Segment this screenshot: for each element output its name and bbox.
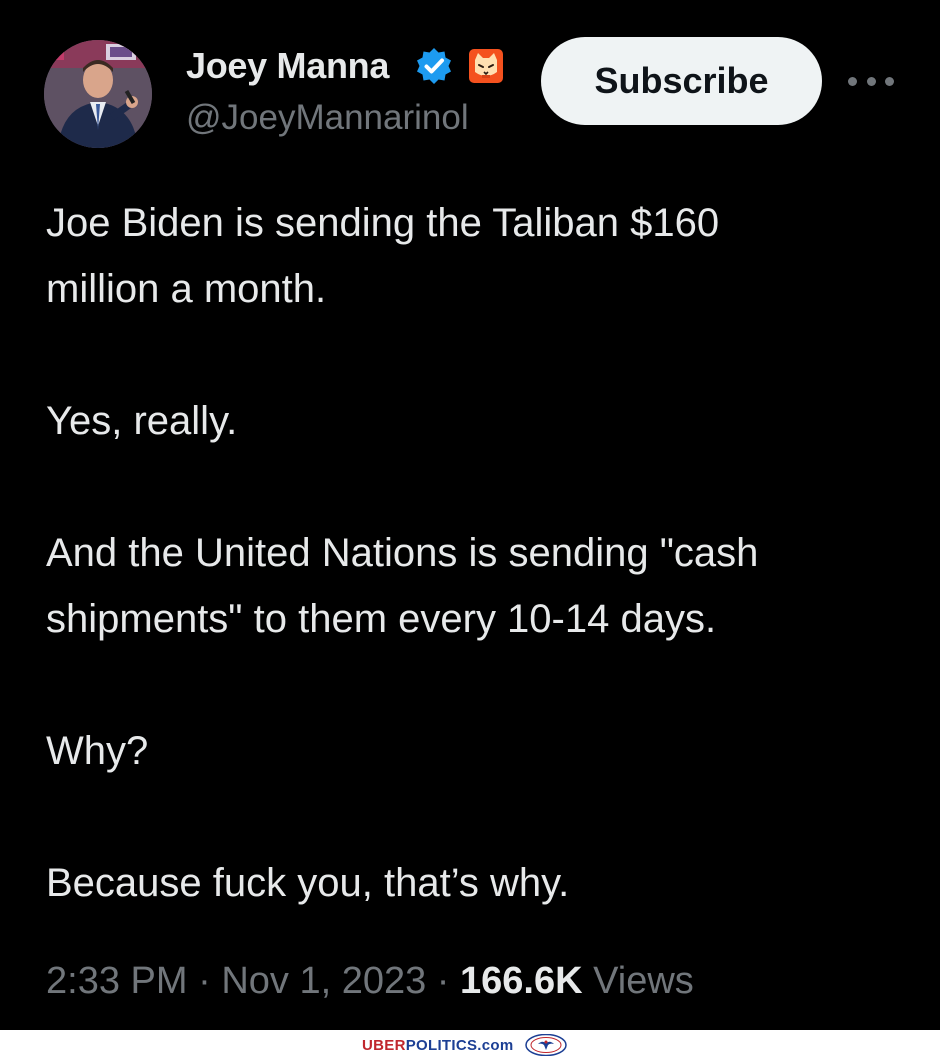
more-dot xyxy=(848,76,857,86)
tweet-line: Joe Biden is sending the Taliban $160 xyxy=(46,201,720,245)
tweet-line: million a month. xyxy=(46,267,327,311)
meta-separator: · xyxy=(198,960,211,1002)
watermark-text-politics: POLITICS.com xyxy=(405,1036,514,1054)
more-dot xyxy=(885,76,894,86)
author-name-row: Joey Manna xyxy=(186,44,504,88)
tweet-time[interactable]: 2:33 PM xyxy=(46,960,188,1002)
tweet-line: Yes, really. xyxy=(46,399,238,443)
more-dot xyxy=(866,76,876,86)
tweet-line: Why? xyxy=(46,729,149,773)
author-handle[interactable]: @JoeyMannarinol xyxy=(186,98,520,138)
watermark: UBER POLITICS.com xyxy=(362,1034,568,1056)
tweet-meta: 2:33 PM · Nov 1, 2023 · 166.6K Views xyxy=(46,960,694,1003)
tweet-line: Because fuck you, that’s why. xyxy=(46,861,570,905)
eagle-seal-icon xyxy=(525,1034,568,1056)
tweet-card: Joey Manna @JoeyMannarinol Subscribe Joe… xyxy=(0,0,940,1030)
tweet-line: shipments" to them every 10-14 days. xyxy=(46,597,717,641)
author-display-name[interactable]: Joey Manna xyxy=(186,45,408,87)
views-label: Views xyxy=(593,960,694,1002)
watermark-bar: UBER POLITICS.com xyxy=(0,1030,940,1058)
more-horizontal-icon[interactable] xyxy=(848,66,894,96)
tweet-line: And the United Nations is sending "cash xyxy=(46,531,759,575)
subscribe-button[interactable]: Subscribe xyxy=(541,37,822,125)
views-count: 166.6K xyxy=(460,960,583,1002)
avatar[interactable] xyxy=(44,40,152,148)
tweet-date[interactable]: Nov 1, 2023 xyxy=(221,960,426,1002)
watermark-text-uber: UBER xyxy=(362,1036,406,1054)
cat-emoji-icon[interactable] xyxy=(468,48,504,84)
meta-separator: · xyxy=(436,960,450,1002)
tweet-text: Joe Biden is sending the Taliban $160 mi… xyxy=(46,190,916,916)
verified-badge-icon xyxy=(417,48,451,84)
